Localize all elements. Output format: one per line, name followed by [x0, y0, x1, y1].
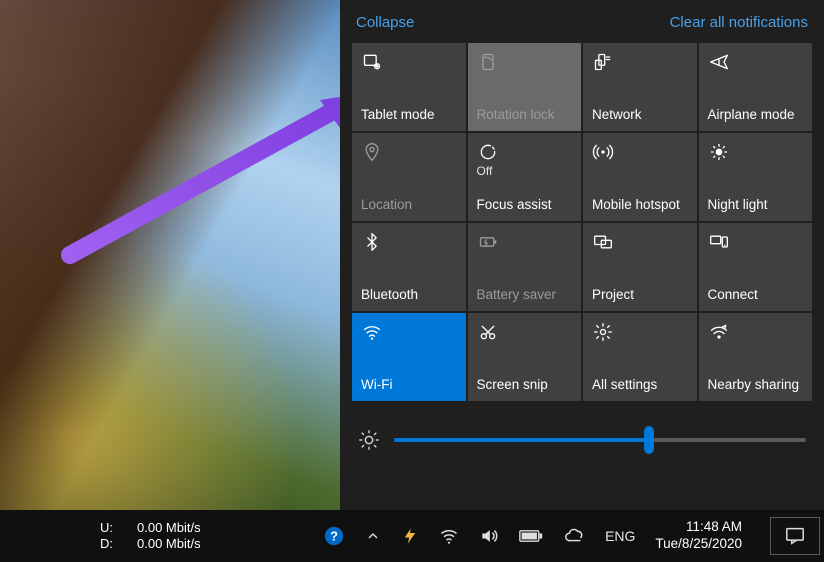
settings-icon: [592, 321, 688, 343]
clock[interactable]: 11:48 AM Tue/8/25/2020: [655, 519, 742, 553]
tile-sharing[interactable]: Nearby sharing: [699, 313, 813, 401]
taskbar: U: 0.00 Mbit/s D: 0.00 Mbit/s ?: [0, 510, 824, 562]
net-meter: U: 0.00 Mbit/s D: 0.00 Mbit/s: [100, 520, 201, 553]
tile-label: Airplane mode: [708, 108, 804, 123]
clock-date: Tue/8/25/2020: [655, 536, 742, 553]
tile-state: [361, 75, 457, 87]
brightness-slider-thumb[interactable]: [644, 426, 654, 454]
tile-airplane[interactable]: Airplane mode: [699, 43, 813, 131]
tile-label: Nearby sharing: [708, 378, 804, 393]
tile-rotation[interactable]: Rotation lock: [468, 43, 582, 131]
focus-icon: [477, 141, 573, 163]
quick-action-tiles: Tablet mode Rotation lock Network Airplane …: [352, 43, 812, 401]
tile-settings[interactable]: All settings: [583, 313, 697, 401]
snip-icon: [477, 321, 573, 343]
onedrive-tray-icon[interactable]: [563, 525, 585, 547]
battery-icon: [477, 231, 573, 253]
tile-battery[interactable]: Battery saver: [468, 223, 582, 311]
clear-notifications-link[interactable]: Clear all notifications: [670, 14, 808, 31]
tray-chevron-icon[interactable]: [365, 528, 381, 544]
battery-tray-icon[interactable]: [519, 528, 543, 544]
collapse-link[interactable]: Collapse: [356, 14, 414, 31]
tile-bluetooth[interactable]: Bluetooth: [352, 223, 466, 311]
tile-state: [477, 75, 573, 87]
tile-focus[interactable]: Off Focus assist: [468, 133, 582, 221]
tile-connect[interactable]: Connect: [699, 223, 813, 311]
brightness-row: [352, 401, 812, 451]
sharing-icon: [708, 321, 804, 343]
airplane-icon: [708, 51, 804, 73]
tile-state: [361, 255, 457, 267]
action-center-panel: Collapse Clear all notifications Tablet …: [340, 0, 824, 510]
brightness-icon: [358, 429, 380, 451]
brightness-slider[interactable]: [394, 438, 806, 442]
project-icon: [592, 231, 688, 253]
tile-label: Location: [361, 198, 457, 213]
action-center-button[interactable]: [770, 517, 820, 555]
clock-time: 11:48 AM: [655, 519, 742, 536]
tile-state: [708, 165, 804, 177]
desktop-wallpaper: [0, 0, 340, 510]
tile-label: All settings: [592, 378, 688, 393]
tile-network[interactable]: Network: [583, 43, 697, 131]
tile-label: Focus assist: [477, 198, 573, 213]
tile-state: [708, 345, 804, 357]
net-down-label: D:: [100, 536, 113, 552]
wifi-tray-icon[interactable]: [439, 526, 459, 546]
net-up-value: 0.00 Mbit/s: [137, 520, 201, 536]
tile-state: Off: [477, 165, 573, 177]
tile-state: [592, 75, 688, 87]
bolt-icon[interactable]: [401, 525, 419, 547]
location-icon: [361, 141, 457, 163]
volume-icon[interactable]: [479, 526, 499, 546]
tile-state: [708, 75, 804, 87]
tile-label: Project: [592, 288, 688, 303]
tile-state: [708, 255, 804, 267]
tile-state: [477, 255, 573, 267]
help-icon[interactable]: ?: [323, 525, 345, 547]
tile-label: Bluetooth: [361, 288, 457, 303]
rotation-icon: [477, 51, 573, 73]
tile-state: [592, 165, 688, 177]
network-icon: [592, 51, 688, 73]
net-up-label: U:: [100, 520, 113, 536]
tile-label: Wi-Fi: [361, 378, 457, 393]
tile-hotspot[interactable]: Mobile hotspot: [583, 133, 697, 221]
tile-snip[interactable]: Screen snip: [468, 313, 582, 401]
connect-icon: [708, 231, 804, 253]
svg-text:?: ?: [330, 529, 338, 544]
tile-label: Network: [592, 108, 688, 123]
bluetooth-icon: [361, 231, 457, 253]
tile-location[interactable]: Location: [352, 133, 466, 221]
tile-project[interactable]: Project: [583, 223, 697, 311]
tile-state: [592, 345, 688, 357]
tile-label: Tablet mode: [361, 108, 457, 123]
tile-wifi[interactable]: Wi-Fi: [352, 313, 466, 401]
tile-state: [477, 345, 573, 357]
tile-tablet[interactable]: Tablet mode: [352, 43, 466, 131]
hotspot-icon: [592, 141, 688, 163]
tile-label: Connect: [708, 288, 804, 303]
tablet-icon: [361, 51, 457, 73]
tile-label: Screen snip: [477, 378, 573, 393]
tile-label: Battery saver: [477, 288, 573, 303]
tile-state: [592, 255, 688, 267]
tile-label: Mobile hotspot: [592, 198, 688, 213]
tile-state: [361, 345, 457, 357]
night-icon: [708, 141, 804, 163]
tile-state: [361, 165, 457, 177]
net-down-value: 0.00 Mbit/s: [137, 536, 201, 552]
language-indicator[interactable]: ENG: [605, 528, 635, 544]
tile-label: Rotation lock: [477, 108, 573, 123]
tile-label: Night light: [708, 198, 804, 213]
wifi-icon: [361, 321, 457, 343]
tile-night[interactable]: Night light: [699, 133, 813, 221]
